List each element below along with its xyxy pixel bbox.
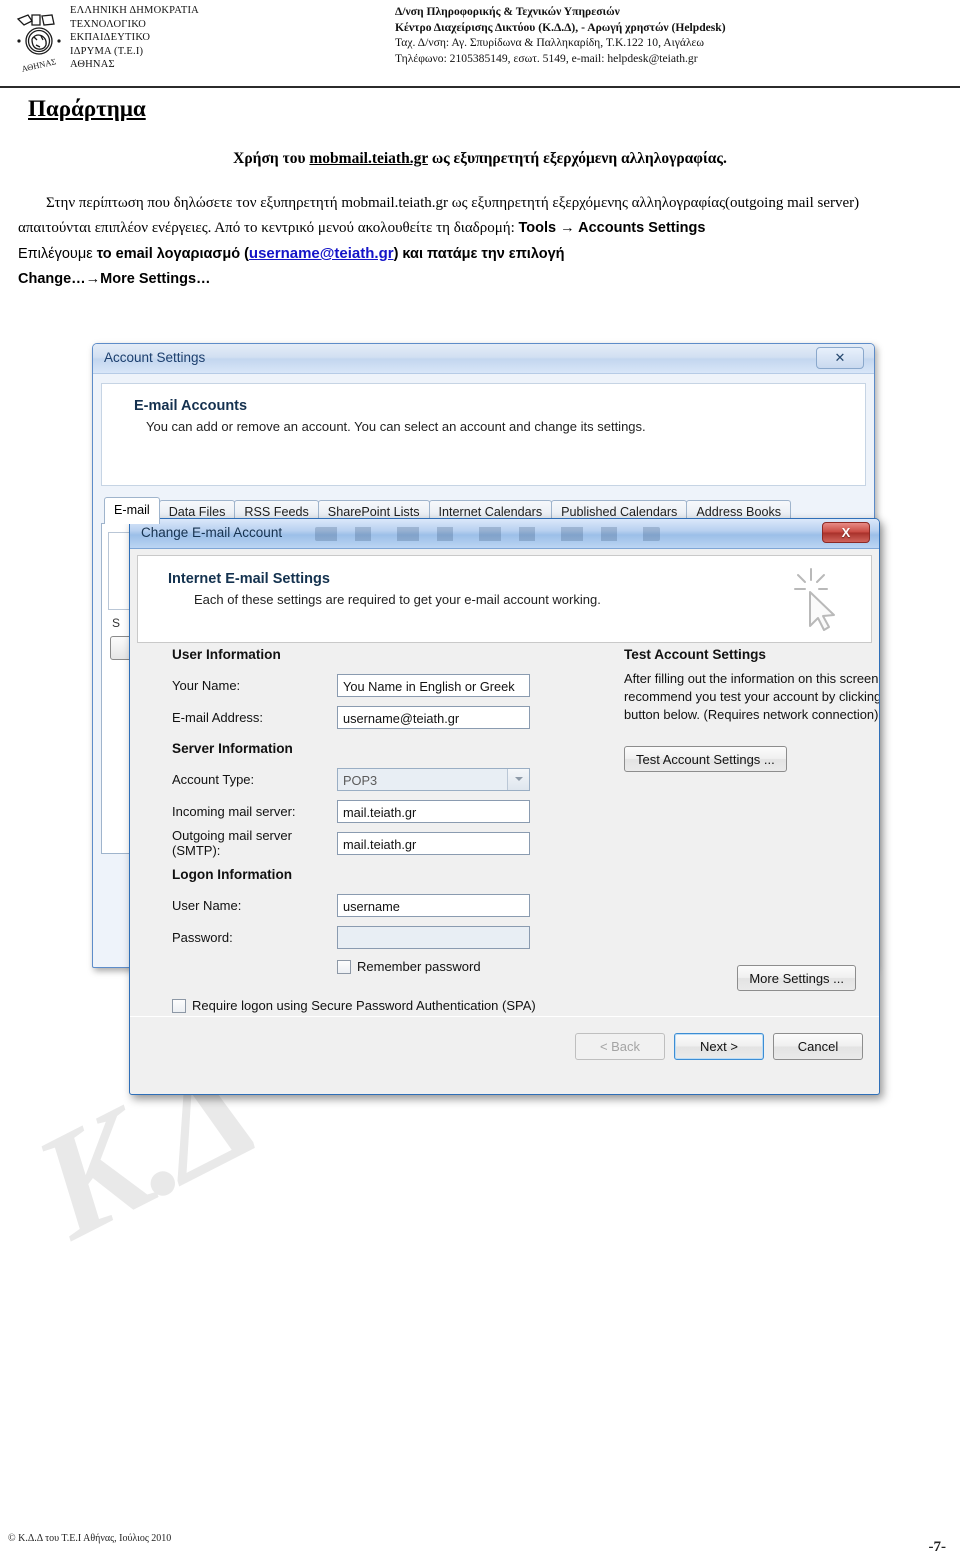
email-address-link[interactable]: username@teiath.gr: [249, 245, 394, 262]
chevron-down-icon[interactable]: [507, 768, 529, 790]
account-type-value: POP3: [343, 772, 378, 788]
subtitle-text-b: ως εξυπηρετητή εξερχόμενη αλληλογραφίας.: [427, 150, 727, 167]
spa-checkbox[interactable]: [172, 998, 186, 1013]
subtitle-text-a: Χρήση του: [233, 150, 310, 167]
change-account-title: Change E-mail Account: [141, 525, 283, 540]
document-header: ΑΘΗΝΑΣ ΕΛΛΗΝΙΚΗ ΔΗΜΟΚΡΑΤΙΑ ΤΕΧΝΟΛΟΓΙΚΟ Ε…: [0, 0, 960, 88]
your-name-input[interactable]: You Name in English or Greek: [337, 673, 530, 697]
copyright-text: © Κ.Δ.Δ του Τ.Ε.Ι Αθήνας, Ιούλιος 2010: [8, 1533, 172, 1544]
user-information-heading: User Information: [172, 647, 281, 662]
account-type-row: Account Type: POP3: [172, 763, 602, 795]
test-account-settings-description: After filling out the information on thi…: [624, 671, 880, 722]
dialog-footer: < Back Next > Cancel: [130, 1019, 879, 1079]
dept-contact: Τηλέφωνο: 2105385149, εσωτ. 5149, e-mail…: [395, 51, 698, 65]
outgoing-server-input[interactable]: mail.teiath.gr: [337, 831, 530, 855]
section-subtitle: Χρήση του mobmail.teiath.gr ως εξυπηρετη…: [0, 149, 960, 169]
password-label: Password:: [172, 929, 233, 945]
tei-athens-logo: ΑΘΗΝΑΣ: [8, 0, 70, 84]
server-information-heading: Server Information: [172, 741, 293, 756]
instruction-paragraph: Στην περίπτωση που δηλώσετε τον εξυπηρετ…: [0, 191, 960, 292]
outgoing-server-label: Outgoing mail server (SMTP):: [172, 828, 292, 858]
titlebar-ghost-artifacts: [315, 527, 660, 541]
obscured-label: S: [112, 616, 121, 630]
email-accounts-description: You can add or remove an account. You ca…: [146, 419, 646, 434]
incoming-server-label: Incoming mail server:: [172, 803, 296, 819]
close-icon[interactable]: X: [822, 522, 870, 543]
email-address-label: E-mail Address:: [172, 709, 264, 725]
org-line-2: ΤΕΧΝΟΛΟΓΙΚΟ: [70, 18, 147, 30]
org-line-1: ΕΛΛΗΝΙΚΗ ΔΗΜΟΚΡΑΤΙΑ: [70, 5, 199, 16]
paragraph-text: Στην περίπτωση που δηλώσετε τον εξυπηρετ…: [18, 195, 860, 236]
password-row: Password:: [172, 921, 602, 953]
paragraph2-text-b: το email λογαριασμό (: [96, 246, 249, 262]
page-title: Παράρτημα: [28, 96, 146, 121]
email-accounts-heading: E-mail Accounts: [134, 398, 248, 414]
spa-row[interactable]: Require logon using Secure Password Auth…: [172, 998, 602, 1013]
next-button[interactable]: Next >: [674, 1033, 764, 1060]
menu-path-change: Change…→More Settings…: [18, 271, 211, 287]
internet-email-settings-description: Each of these settings are required to g…: [194, 592, 601, 607]
user-name-row: User Name: username: [172, 889, 602, 921]
remember-password-checkbox[interactable]: [337, 959, 351, 974]
email-address-row: E-mail Address: username@teiath.gr: [172, 701, 602, 733]
paragraph2-text-a: Επιλέγουμε: [18, 246, 97, 262]
subtitle-server-link: mobmail.teiath.gr: [309, 150, 428, 167]
change-account-titlebar: Change E-mail Account X: [130, 519, 879, 549]
logon-information-heading: Logon Information: [172, 867, 293, 882]
close-icon[interactable]: ✕: [816, 347, 864, 369]
page-number: -7-: [928, 1539, 947, 1555]
menu-path-tools: Tools → Accounts Settings: [518, 220, 706, 236]
user-name-label: User Name:: [172, 897, 242, 913]
internet-email-settings-panel: Internet E-mail Settings Each of these s…: [137, 555, 872, 643]
tab-email[interactable]: E-mail: [104, 497, 160, 524]
test-account-settings-heading: Test Account Settings: [624, 647, 766, 662]
logo-seal-icon: ΑΘΗΝΑΣ: [16, 14, 61, 73]
spa-label: Require logon using Secure Password Auth…: [192, 998, 536, 1013]
org-line-5: ΑΘΗΝΑΣ: [70, 59, 115, 71]
your-name-row: Your Name: You Name in English or Greek: [172, 669, 602, 701]
more-settings-button[interactable]: More Settings ...: [737, 965, 856, 991]
email-accounts-panel: E-mail Accounts You can add or remove an…: [101, 383, 866, 486]
test-account-settings-button[interactable]: Test Account Settings ...: [624, 746, 787, 772]
outlook-screenshot: Account Settings ✕ E-mail Accounts You c…: [92, 343, 880, 1095]
dept-line-2: Κέντρο Διαχείρισης Δικτύου (Κ.Δ.Δ), - Αρ…: [395, 20, 726, 34]
settings-right-column: Test Account Settings After filling out …: [624, 647, 880, 772]
department-block: Δ/νση Πληροφορικής & Τεχνικών Υπηρεσιών …: [300, 0, 960, 84]
internet-email-settings-heading: Internet E-mail Settings: [168, 571, 330, 587]
organization-block: ΕΛΛΗΝΙΚΗ ΔΗΜΟΚΡΑΤΙΑ ΤΕΧΝΟΛΟΓΙΚΟ ΕΚΠΑΙΔΕΥ…: [70, 0, 300, 84]
paragraph2-text-c: ) και πατάμε την επιλογή: [393, 246, 565, 262]
your-name-label: Your Name:: [172, 677, 241, 693]
svg-text:ΑΘΗΝΑΣ: ΑΘΗΝΑΣ: [20, 56, 57, 73]
settings-left-column: User Information Your Name: You Name in …: [172, 647, 602, 1013]
org-line-4: ΙΔΡΥΜΑ (Τ.Ε.Ι): [70, 45, 144, 57]
footer-divider: [130, 1016, 879, 1017]
document-body: Παράρτημα Χρήση του mobmail.teiath.gr ως…: [0, 95, 960, 292]
change-email-account-window: Change E-mail Account X Internet E-mail …: [129, 518, 880, 1095]
remember-password-row[interactable]: Remember password: [337, 959, 602, 974]
outgoing-server-row: Outgoing mail server (SMTP): mail.teiath…: [172, 827, 602, 859]
account-type-select[interactable]: POP3: [337, 767, 530, 791]
incoming-server-input[interactable]: mail.teiath.gr: [337, 799, 530, 823]
user-name-input[interactable]: username: [337, 893, 530, 917]
remember-password-label: Remember password: [357, 959, 481, 974]
incoming-server-row: Incoming mail server: mail.teiath.gr: [172, 795, 602, 827]
cancel-button[interactable]: Cancel: [773, 1033, 863, 1060]
dept-line-1: Δ/νση Πληροφορικής & Τεχνικών Υπηρεσιών: [395, 5, 620, 18]
document-footer: © Κ.Δ.Δ του Τ.Ε.Ι Αθήνας, Ιούλιος 2010 -…: [0, 1496, 960, 1566]
account-settings-titlebar: Account Settings ✕: [93, 344, 874, 374]
account-type-label: Account Type:: [172, 771, 255, 787]
email-address-input[interactable]: username@teiath.gr: [337, 705, 530, 729]
back-button[interactable]: < Back: [575, 1033, 665, 1060]
mouse-cursor-icon: [794, 568, 835, 631]
password-input[interactable]: [337, 925, 530, 949]
org-line-3: ΕΚΠΑΙΔΕΥΤΙΚΟ: [70, 32, 151, 44]
dept-address: Ταχ. Δ/νση: Αγ. Σπυρίδωνα & Παλληκαρίδη,…: [395, 36, 705, 50]
account-settings-title: Account Settings: [104, 350, 206, 365]
